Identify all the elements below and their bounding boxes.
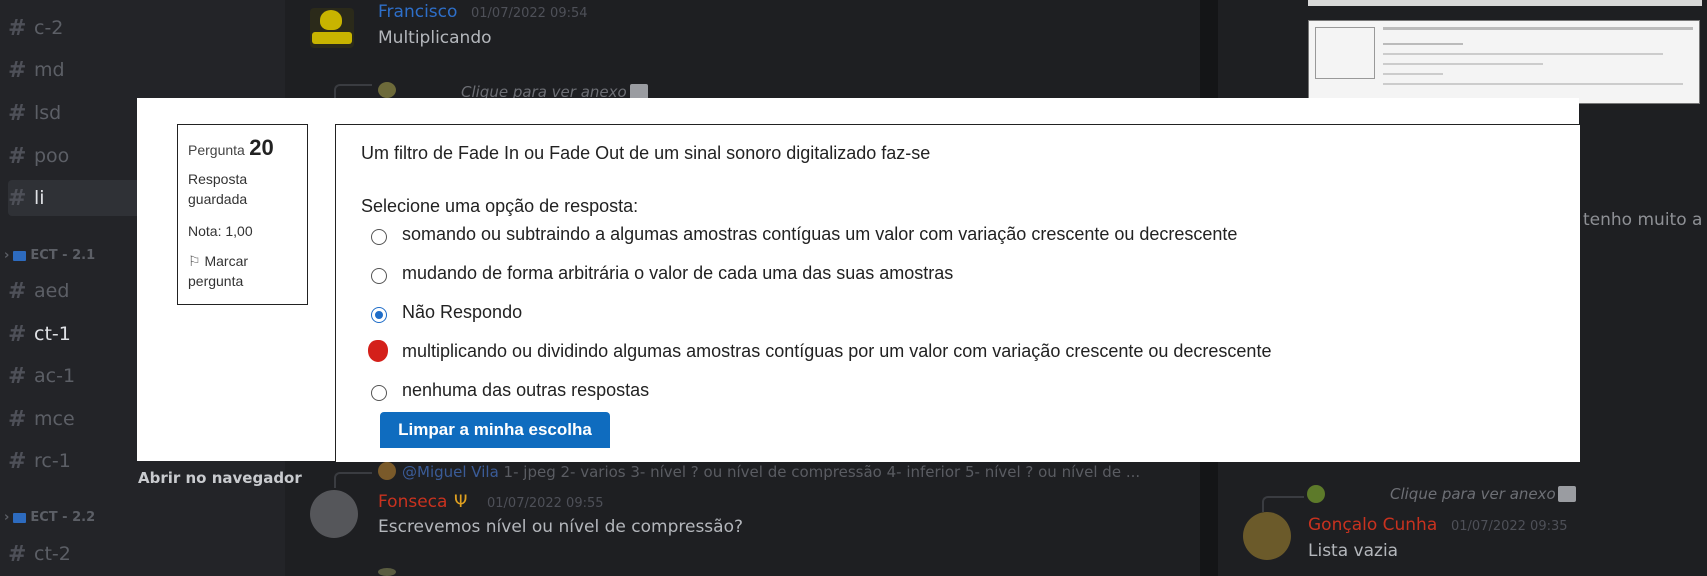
channel-label: ac-1 [34,365,76,387]
avatar-small [378,568,396,576]
category-label: ECT - 2.1 [30,248,96,263]
channel-label: c-2 [34,17,64,39]
thumb-line [1383,73,1443,75]
category-label: ECT - 2.2 [30,510,96,525]
computer-icon [13,512,27,523]
reply-preview[interactable]: @Miguel Vila 1- jpeg 2- varios 3- nível … [402,463,1140,481]
reply-mention[interactable]: @Miguel Vila [402,463,499,481]
avatar-small [378,462,396,480]
hash-icon: # [8,143,27,169]
thumb-line [1383,27,1693,30]
hash-icon: # [8,406,27,432]
hash-icon: # [8,57,27,83]
clear-choice-button[interactable]: Limpar a minha escolha [380,412,610,448]
channel-label: aed [34,280,70,302]
image-icon [1558,486,1576,502]
channel-label: li [34,187,45,209]
thumb-info-box [1315,27,1375,79]
thumb-line [1383,53,1663,55]
question-number-value: 20 [249,135,274,160]
message-author[interactable]: Francisco [378,2,457,22]
option-label-5[interactable]: nenhuma das outras respostas [402,380,649,401]
avatar-small [378,82,396,98]
message-timestamp: 01/07/2022 09:54 [471,6,588,21]
channel-label: ct-2 [34,543,71,565]
question-grade: Nota: 1,00 [188,223,253,239]
message-author[interactable]: Gonçalo Cunha [1308,515,1437,535]
message-timestamp: 01/07/2022 09:55 [487,496,604,511]
flag-question-link[interactable]: ⚐ Marcar pergunta [188,251,298,291]
channel-label: lsd [34,102,62,124]
avatar[interactable] [310,8,354,48]
computer-icon [13,250,27,261]
message-timestamp: 01/07/2022 09:35 [1451,519,1568,534]
avatar[interactable] [1243,512,1291,560]
thumb-line [1383,43,1463,45]
option-radio-2[interactable] [371,268,387,284]
category-ect-2-2[interactable]: › ECT - 2.2 [4,510,95,525]
question-word: Pergunta [188,142,245,158]
reply-text: 1- jpeg 2- varios 3- nível ? ou nível de… [503,463,1141,481]
attachment-link[interactable]: Clique para ver anexo [1390,485,1556,503]
hash-icon: # [8,278,27,304]
question-status: Resposta guardada [188,171,248,207]
channel-label: md [34,59,65,81]
question-text: Um filtro de Fade In ou Fade Out de um s… [361,143,931,163]
flag-icon: ⚐ [188,253,201,269]
channel-label: poo [34,145,70,167]
hash-icon: # [8,15,27,41]
hash-icon: # [8,100,27,126]
question-info-box: Pergunta 20 Resposta guardada Nota: 1,00… [177,124,308,305]
option-label-4[interactable]: multiplicando ou dividindo algumas amost… [402,341,1271,362]
open-in-browser-link[interactable]: Abrir no navegador [138,469,302,487]
message-text: Lista vazia [1308,541,1399,561]
image-thumbnail[interactable] [1308,20,1700,104]
channel-label: ct-1 [34,323,71,345]
option-label-1[interactable]: somando ou subtraindo a algumas amostras… [402,224,1237,245]
channel-ct-2[interactable]: # ct-2 [8,536,278,572]
option-label-2[interactable]: mudando de forma arbitrária o valor de c… [402,263,953,284]
message-text-partial: tenho muito a [1583,210,1703,230]
channel-c-2[interactable]: # c-2 [8,10,278,46]
chevron-icon: › [4,248,10,263]
avatar-small [1307,485,1325,503]
thumb-line [1383,83,1683,85]
hash-icon: # [8,448,27,474]
message-author[interactable]: Fonseca [378,492,447,512]
logo-text-shape [312,32,352,44]
mascot-icon [320,10,342,30]
option-label-3[interactable]: Não Respondo [402,302,522,323]
image-thumbnail-edge [1308,0,1702,6]
message-text: Multiplicando [378,28,492,48]
hash-icon: # [8,321,27,347]
message-text: Escrevemos nível ou nível de compressão? [378,517,744,537]
option-radio-5[interactable] [371,385,387,401]
channel-label: mce [34,408,75,430]
hash-icon: # [8,541,27,567]
hash-icon: # [8,363,27,389]
red-marker-icon [368,340,388,362]
trident-icon: Ψ [454,492,468,512]
channel-md[interactable]: # md [8,52,278,88]
reply-line [1262,496,1304,512]
question-number: Pergunta 20 [188,135,274,161]
reply-line [334,472,372,488]
option-radio-3[interactable] [371,307,387,323]
chevron-icon: › [4,510,10,525]
option-radio-1[interactable] [371,229,387,245]
category-ect-2-1[interactable]: › ECT - 2.1 [4,248,95,263]
channel-label: rc-1 [34,450,71,472]
hash-icon: # [8,185,27,211]
avatar[interactable] [310,490,358,538]
thumb-line [1383,63,1543,65]
answer-prompt: Selecione uma opção de resposta: [361,196,639,216]
